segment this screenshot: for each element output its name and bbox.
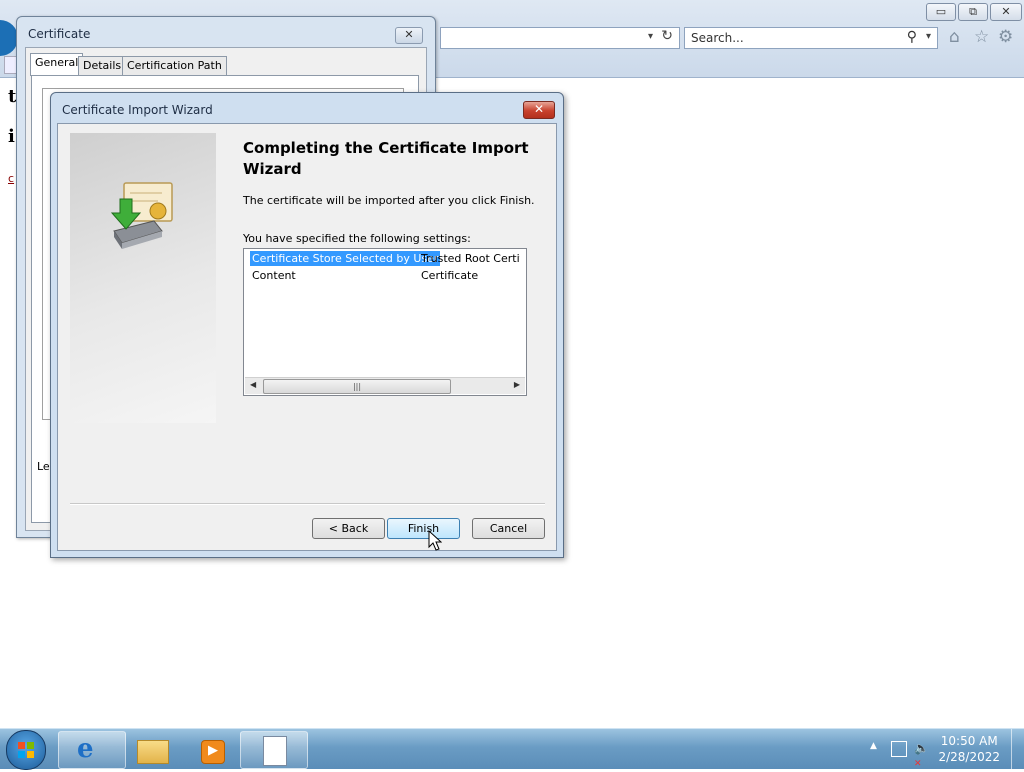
wizard-title: Certificate Import Wizard <box>62 103 213 117</box>
wizard-close-button[interactable]: ✕ <box>523 101 555 119</box>
taskbar: e ▶ ▲ 🔈✕ 10:50 AM 2/28/2022 <box>0 728 1024 770</box>
wizard-heading: Completing the Certificate Import Wizard <box>243 139 529 178</box>
certificate-window-title: Certificate <box>28 27 91 41</box>
dropdown-icon[interactable]: ▾ <box>648 31 653 42</box>
tools-icon[interactable]: ⚙ <box>998 27 1013 47</box>
setting-key: Certificate Store Selected by User <box>250 251 441 266</box>
scroll-left-icon[interactable]: ◀ <box>250 380 256 389</box>
setting-value: Certificate <box>421 269 479 282</box>
horizontal-scrollbar[interactable]: ◀ ||| ▶ <box>245 377 525 394</box>
settings-list[interactable]: Certificate Store Selected by User Trust… <box>243 248 527 396</box>
taskbar-document[interactable] <box>240 731 308 769</box>
certificate-import-icon <box>110 182 173 249</box>
network-icon[interactable] <box>891 741 907 757</box>
close-browser-button[interactable]: ✕ <box>990 3 1022 21</box>
taskbar-windows-explorer[interactable] <box>120 731 188 769</box>
address-bar[interactable]: ▾ ↻ <box>440 27 680 49</box>
show-desktop-button[interactable] <box>1011 729 1024 769</box>
folder-icon <box>137 740 169 764</box>
restore-button[interactable]: ⧉ <box>958 3 988 21</box>
start-button[interactable] <box>6 730 46 770</box>
taskbar-media-player[interactable]: ▶ <box>180 731 248 769</box>
minimize-button[interactable]: ▭ <box>926 3 956 21</box>
list-item[interactable]: Content Certificate <box>250 268 520 283</box>
wizard-client-area: Completing the Certificate Import Wizard… <box>57 123 557 551</box>
show-hidden-icons-icon[interactable]: ▲ <box>870 741 877 751</box>
search-icon[interactable]: ⚲ <box>907 29 917 45</box>
divider <box>70 503 545 505</box>
refresh-icon[interactable]: ↻ <box>661 28 673 44</box>
cancel-button[interactable]: Cancel <box>472 518 545 539</box>
scrollbar-thumb[interactable]: ||| <box>263 379 451 394</box>
tab-details[interactable]: Details <box>78 56 127 75</box>
back-button[interactable]: < Back <box>312 518 385 539</box>
wizard-side-panel <box>70 133 216 423</box>
clock-time: 10:50 AM <box>940 734 998 748</box>
setting-value: Trusted Root Certification Authorities <box>421 252 520 265</box>
favorites-icon[interactable]: ☆ <box>974 27 989 47</box>
list-item[interactable]: Certificate Store Selected by User Trust… <box>250 251 520 266</box>
page-link[interactable]: c <box>8 172 14 185</box>
internet-explorer-icon: e <box>77 734 94 764</box>
tab-general[interactable]: General <box>30 53 84 76</box>
settings-label: You have specified the following setting… <box>243 232 471 245</box>
system-clock[interactable]: 10:50 AM 2/28/2022 <box>938 733 1000 765</box>
volume-muted-icon[interactable]: 🔈✕ <box>914 741 930 769</box>
search-dropdown-icon[interactable]: ▾ <box>926 31 931 42</box>
wizard-description: The certificate will be imported after y… <box>243 194 535 207</box>
tab-certification-path[interactable]: Certification Path <box>122 56 227 75</box>
finish-button[interactable]: Finish <box>387 518 460 539</box>
mouse-cursor-icon <box>428 530 442 551</box>
page-text-2: i <box>8 126 15 147</box>
taskbar-internet-explorer[interactable]: e <box>58 731 126 769</box>
clock-date: 2/28/2022 <box>938 750 1000 764</box>
home-icon[interactable]: ⌂ <box>949 27 960 47</box>
document-icon <box>263 736 287 766</box>
search-input[interactable]: Search... <box>691 31 744 45</box>
windows-logo-icon <box>18 742 34 758</box>
scroll-right-icon[interactable]: ▶ <box>514 380 520 389</box>
import-wizard-dialog: Certificate Import Wizard ✕ Completing t… <box>50 92 564 558</box>
media-player-icon: ▶ <box>201 740 225 764</box>
search-box[interactable]: Search... ⚲ ▾ <box>684 27 938 49</box>
cert-partial-label: Le <box>37 460 50 473</box>
certificate-close-button[interactable]: ✕ <box>395 27 423 44</box>
setting-key: Content <box>252 269 296 282</box>
